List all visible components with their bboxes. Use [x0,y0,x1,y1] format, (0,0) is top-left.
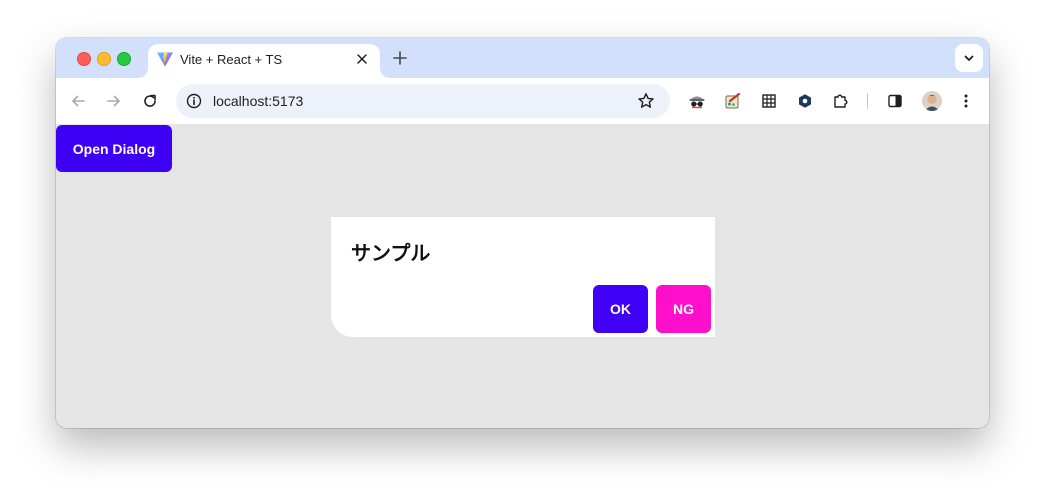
browser-window: Vite + React + TS localhost:5173 Open Di… [56,38,989,428]
tab-active[interactable]: Vite + React + TS [148,44,380,78]
open-dialog-button[interactable]: Open Dialog [56,125,172,172]
tab-close-icon[interactable] [352,49,372,69]
forward-arrow-icon[interactable] [102,89,126,113]
incognito-extension-icon[interactable] [685,89,709,113]
browser-toolbar: localhost:5173 [56,78,989,124]
window-maximize-button[interactable] [117,52,131,66]
tab-search-chevron-down-icon[interactable] [955,44,983,72]
paint-extension-icon[interactable] [721,89,745,113]
url-text[interactable]: localhost:5173 [213,93,303,109]
ng-button[interactable]: NG [656,285,711,333]
reload-icon[interactable] [138,89,162,113]
address-bar[interactable]: localhost:5173 [176,84,670,118]
window-close-button[interactable] [77,52,91,66]
site-info-icon[interactable] [182,89,206,113]
new-tab-plus-icon[interactable] [390,48,410,68]
window-minimize-button[interactable] [97,52,111,66]
dialog-title: サンプル [351,241,431,265]
ok-button[interactable]: OK [593,285,648,333]
more-menu-icon[interactable] [954,89,978,113]
grid-extension-icon[interactable] [757,89,781,113]
vite-logo-icon [156,50,174,68]
tab-title: Vite + React + TS [180,52,283,67]
hex-extension-icon[interactable] [793,89,817,113]
puzzle-extensions-icon[interactable] [829,89,853,113]
bookmark-star-icon[interactable] [634,89,658,113]
tab-strip: Vite + React + TS [56,38,989,78]
page-viewport: Open Dialog サンプル OK NG [56,124,989,428]
back-arrow-icon[interactable] [66,89,90,113]
dialog: サンプル OK NG [331,217,715,337]
toolbar-divider [867,93,868,109]
profile-avatar[interactable] [922,91,942,111]
side-panel-icon[interactable] [883,89,907,113]
